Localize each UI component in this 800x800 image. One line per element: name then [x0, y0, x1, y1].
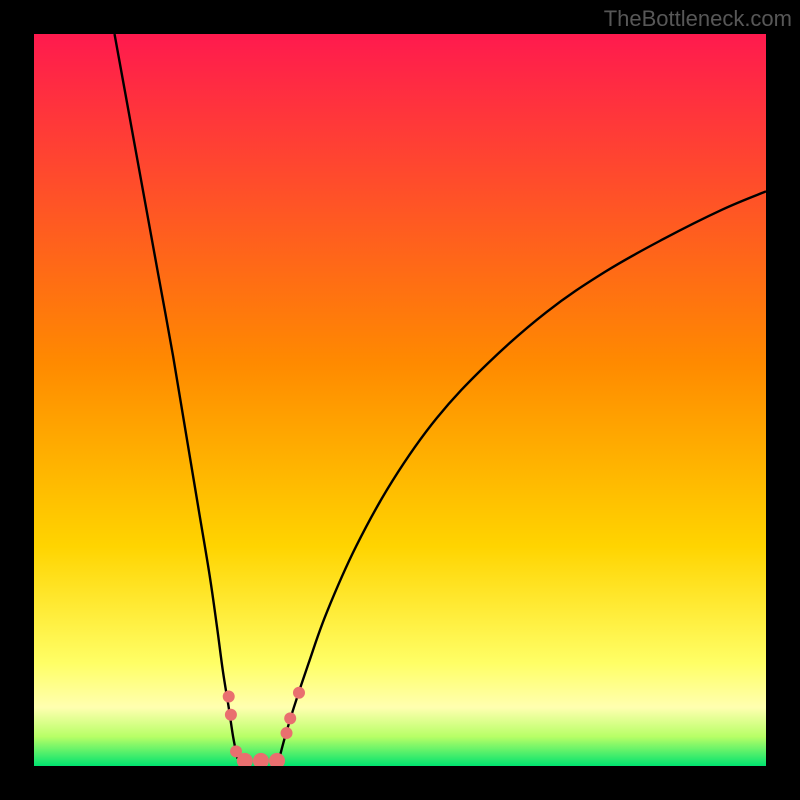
watermark-text: TheBottleneck.com [604, 6, 792, 32]
chart-container: TheBottleneck.com [0, 0, 800, 800]
data-point-0 [223, 690, 235, 702]
data-point-6 [281, 727, 293, 739]
chart-svg [34, 34, 766, 766]
data-point-7 [284, 712, 296, 724]
plot-area [34, 34, 766, 766]
gradient-background [34, 34, 766, 766]
data-point-8 [293, 687, 305, 699]
data-point-1 [225, 709, 237, 721]
